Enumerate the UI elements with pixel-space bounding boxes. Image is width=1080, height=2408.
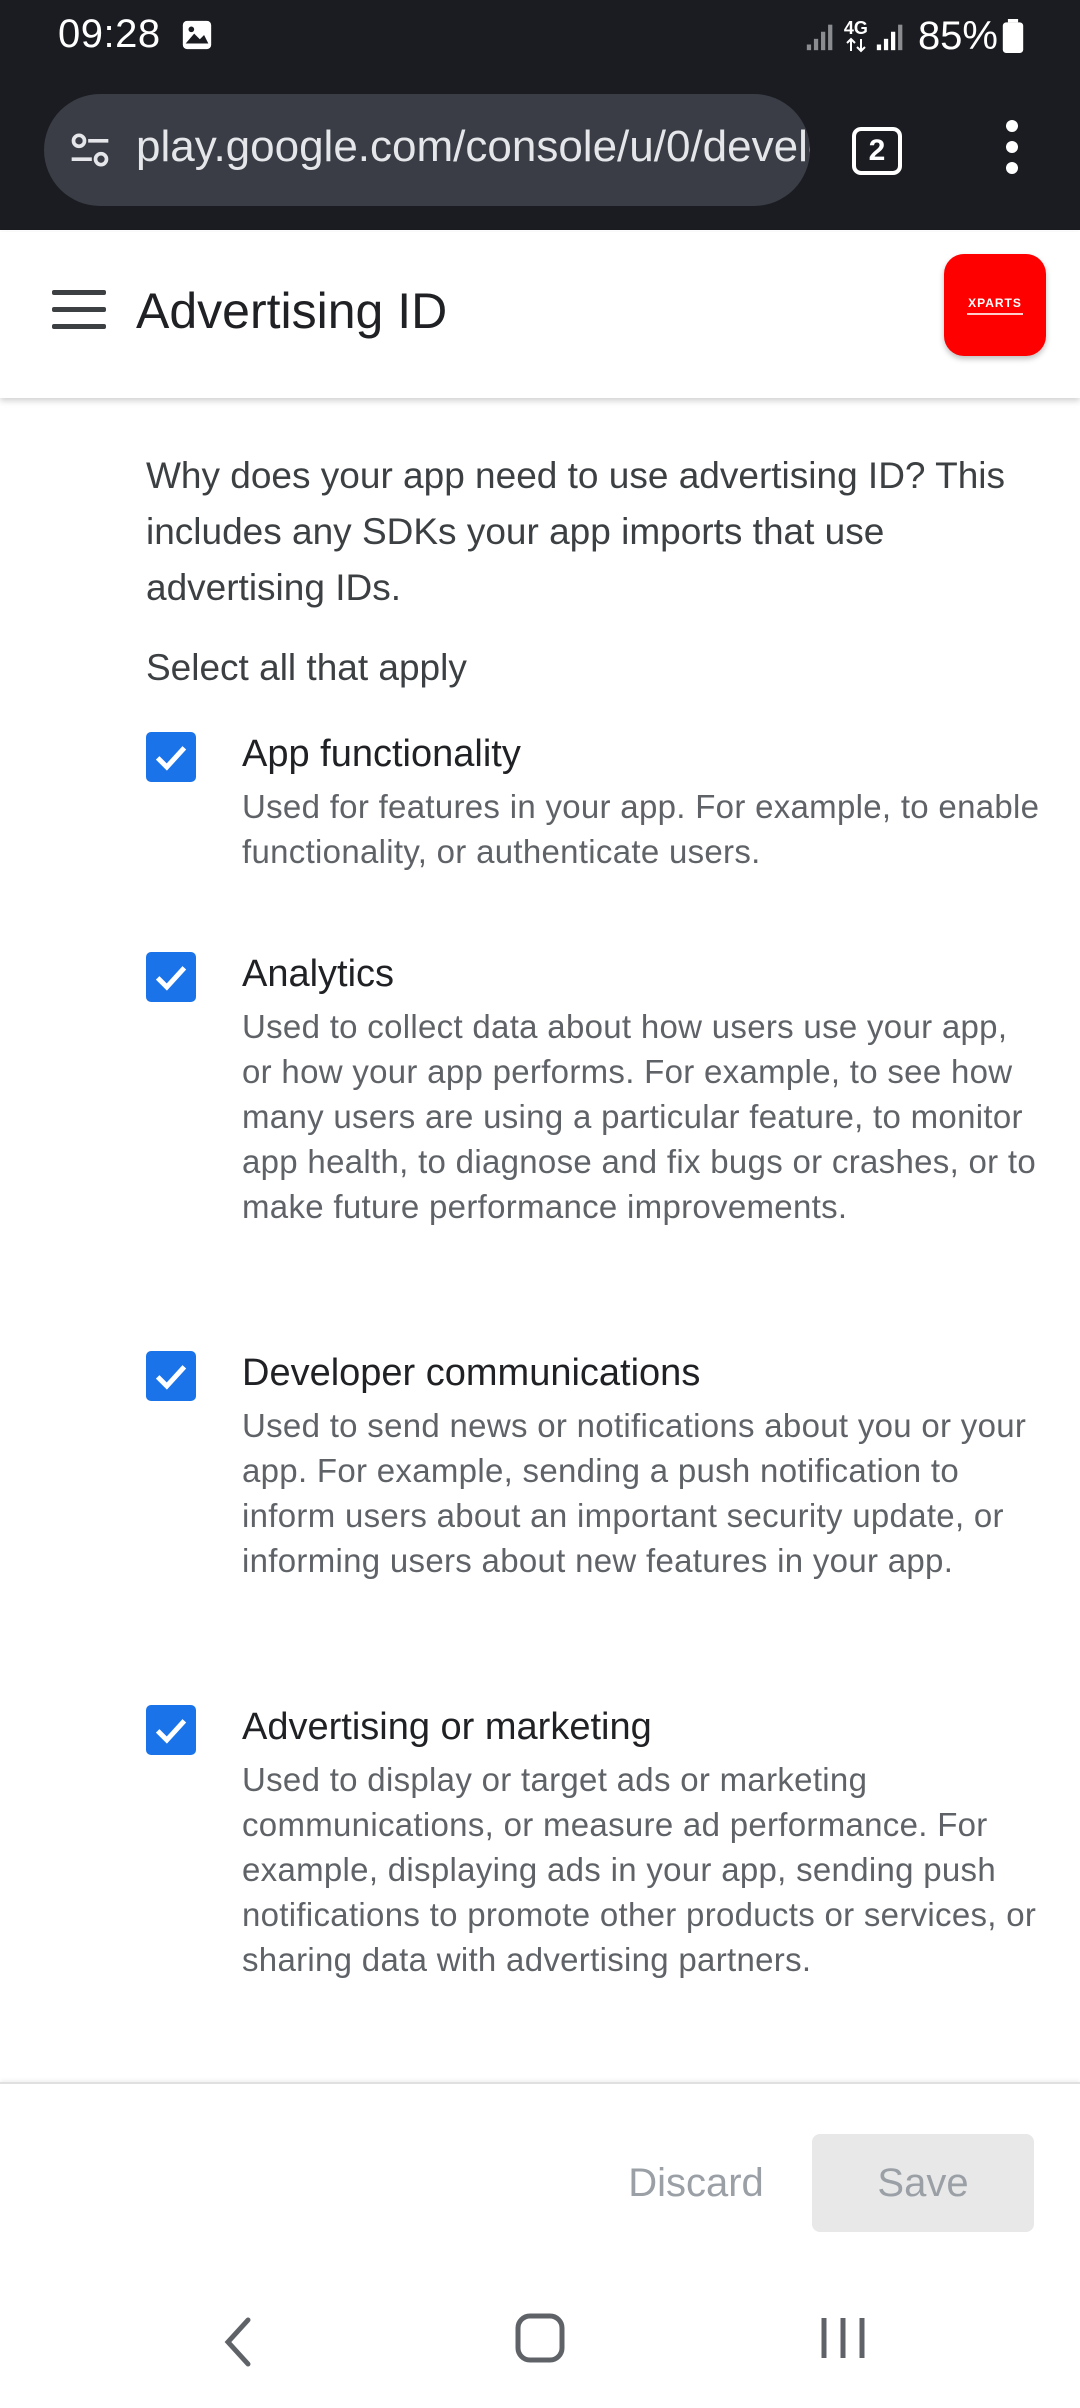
home-icon[interactable] (514, 2312, 566, 2364)
url-text[interactable]: play.google.com/console/u/0/developers (136, 122, 810, 172)
save-button[interactable]: Save (812, 2134, 1034, 2232)
checkbox-analytics[interactable] (146, 952, 196, 1002)
checkmark-icon (155, 966, 187, 991)
data-arrows-icon (846, 37, 866, 53)
status-bar: 09:28 4G 85% (0, 0, 1080, 72)
battery-percent: 85% (917, 13, 998, 58)
select-all-label: Select all that apply (146, 647, 467, 688)
option-title: Advertising or marketing (242, 1706, 652, 1748)
status-indicators: 4G 85% (804, 12, 1024, 60)
app-logo[interactable]: XPARTS (944, 254, 1046, 356)
page-title: Advertising ID (136, 283, 448, 339)
question-text: Why does your app need to use advertisin… (146, 455, 1006, 608)
checkmark-icon (155, 746, 187, 771)
signal-icon (806, 24, 833, 51)
battery-icon (1002, 19, 1024, 53)
advertising-id-form: Why does your app need to use advertisin… (146, 448, 1046, 696)
menu-icon[interactable] (52, 290, 106, 330)
option-title: Analytics (242, 953, 395, 995)
checkbox-advertising-or-marketing[interactable] (146, 1705, 196, 1755)
option-title: App functionality (242, 733, 521, 775)
option-description: Used to display or target ads or marketi… (242, 1761, 1037, 1978)
form-footer: Discard Save (0, 2082, 1080, 2272)
signal-strength-icon (876, 24, 903, 51)
site-settings-icon[interactable] (68, 128, 112, 172)
status-time: 09:28 (58, 12, 161, 56)
option-description: Used to collect data about how users use… (242, 1008, 1037, 1225)
tab-switcher-button[interactable]: 2 (852, 127, 902, 175)
back-icon[interactable] (214, 2312, 264, 2372)
checkmark-icon (155, 1365, 187, 1390)
discard-button[interactable]: Discard (596, 2134, 796, 2232)
recent-apps-icon[interactable] (818, 2312, 868, 2364)
option-description: Used for features in your app. For examp… (242, 788, 1040, 870)
app-header: Advertising ID XPARTS (0, 232, 1080, 398)
checkmark-icon (155, 1719, 187, 1744)
browser-toolbar: play.google.com/console/u/0/developers 2 (0, 72, 1080, 230)
network-type-label: 4G (843, 18, 868, 38)
address-bar[interactable]: play.google.com/console/u/0/developers (44, 94, 810, 206)
option-title: Developer communications (242, 1352, 701, 1394)
system-navigation-bar (0, 2272, 1080, 2408)
checkbox-developer-communications[interactable] (146, 1351, 196, 1401)
app-logo-text: XPARTS (968, 295, 1022, 310)
image-notification-icon (182, 20, 212, 50)
checkbox-app-functionality[interactable] (146, 732, 196, 782)
browser-menu-icon[interactable] (992, 120, 1032, 184)
option-description: Used to send news or notifications about… (242, 1407, 1027, 1579)
